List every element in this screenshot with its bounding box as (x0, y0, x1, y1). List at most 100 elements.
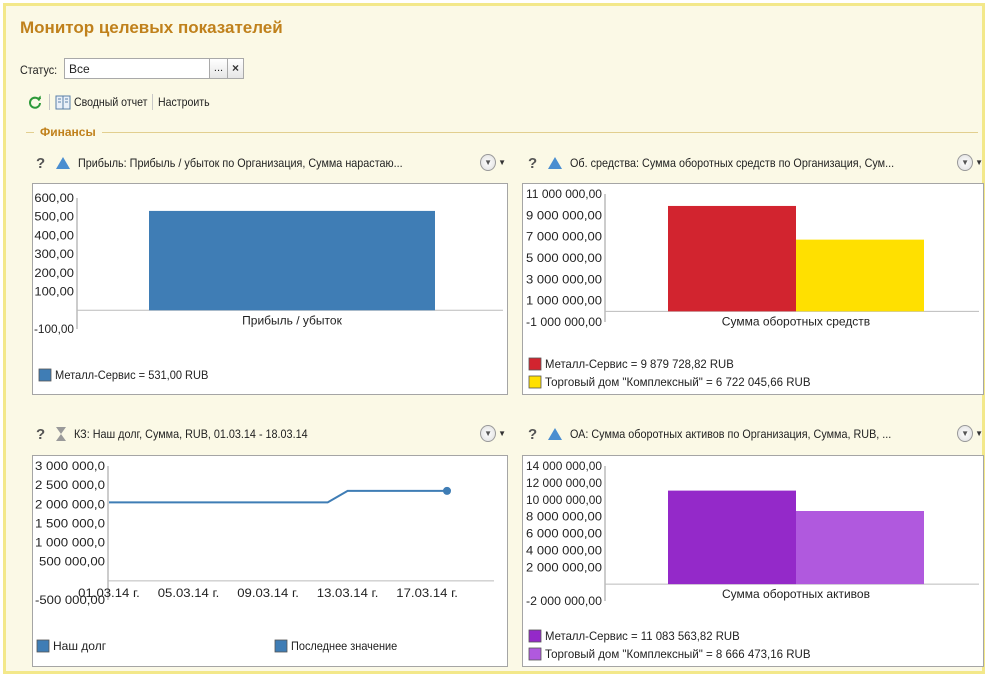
status-label: Статус: (20, 63, 58, 77)
report-button[interactable]: Сводный отчет (55, 95, 158, 110)
legend-swatch (528, 647, 542, 661)
panel-menu-dropdown[interactable]: ▼ ▼ (480, 152, 506, 172)
panel-title: ОА: Сумма оборотных активов по Организац… (570, 427, 892, 441)
status-clear-button[interactable]: × (227, 58, 244, 79)
page-title: Монитор целевых показателей (20, 18, 283, 37)
x-tick-label: 13.03.14 г. (317, 588, 379, 600)
status-choose-button[interactable]: ... (209, 58, 228, 79)
panel-menu-dropdown[interactable]: ▼ ▼ (957, 423, 983, 443)
dropdown-arrow-icon: ▼ (975, 428, 983, 438)
y-tick-label: -2 000 000,00 (526, 596, 602, 608)
bar (796, 511, 924, 585)
x-tick-label: 17.03.14 г. (396, 588, 458, 600)
chart-profit-svg: 600,00 500,00 400,00 300,00 200,00 100,00 -100… (34, 193, 503, 382)
chart-working-assets-svg: 14 000 000,00 12 000 000,00 10 000 000,00 8… (526, 461, 979, 661)
triangle-up-icon (548, 157, 562, 169)
settings-button[interactable]: Настроить (158, 95, 210, 109)
legend-label: Металл-Сервис = 531,00 RUB (55, 368, 208, 382)
help-icon[interactable]: ? (36, 155, 52, 172)
dropdown-arrow-icon: ▼ (975, 157, 983, 167)
chart-working-assets: 14 000 000,00 12 000 000,00 10 000 000,00 8… (522, 455, 984, 667)
panel-menu-dropdown[interactable]: ▼ ▼ (480, 423, 506, 443)
triangle-up-icon (56, 157, 70, 169)
panel-header-debt: ? КЗ: Наш долг, Сумма, RUB, 01.03.14 - 1… (36, 423, 476, 445)
legend-swatch (38, 368, 52, 382)
chart-profit: 600,00 500,00 400,00 300,00 200,00 100,00 -100… (32, 183, 508, 395)
y-tick-label: 600,00 (34, 193, 74, 205)
y-tick-label: 11 000 000,00 (526, 189, 602, 201)
dropdown-arrow-icon: ▼ (498, 157, 506, 167)
dropdown-arrow-icon: ▼ (498, 428, 506, 438)
x-tick-label: 09.03.14 г. (237, 588, 299, 600)
y-tick-label: 10 000 000,00 (526, 495, 602, 507)
toolbar: Сводный отчет Настроить (26, 92, 216, 112)
bar (668, 490, 796, 585)
help-icon[interactable]: ? (36, 426, 52, 443)
panel-header-working-assets: ? ОА: Сумма оборотных активов по Организ… (528, 423, 948, 445)
y-tick-label: 12 000 000,00 (526, 478, 602, 490)
legend-label: Торговый дом "Комплексный" = 8 666 473,1… (545, 647, 811, 661)
y-tick-label: 1 000 000,0 (35, 538, 105, 550)
chart-current-assets: 11 000 000,00 9 000 000,00 7 000 000,00 5 0… (522, 183, 984, 395)
panel-header-profit: ? Прибыль: Прибыль / убыток по Организац… (36, 152, 476, 174)
legend-swatch (528, 629, 542, 643)
y-tick-label: 4 000 000,00 (526, 545, 602, 557)
y-tick-label: 2 500 000,0 (35, 480, 105, 492)
y-tick-label: -1 000 000,00 (526, 317, 602, 329)
legend-label: Наш долг (53, 639, 107, 653)
help-icon[interactable]: ? (528, 155, 544, 172)
x-category-label: Сумма оборотных активов (722, 587, 870, 601)
report-button-label: Сводный отчет (74, 95, 148, 109)
legend-label: Торговый дом "Комплексный" = 6 722 045,6… (545, 375, 811, 389)
y-tick-label: 3 000 000,0 (35, 461, 105, 473)
chart-debt: 3 000 000,0 2 500 000,0 2 000 000,0 1 500 0… (32, 455, 508, 667)
chart-debt-svg: 3 000 000,0 2 500 000,0 2 000 000,0 1 500 0… (35, 461, 494, 653)
group-divider (26, 132, 978, 133)
x-tick-label: 05.03.14 г. (158, 588, 220, 600)
toolbar-separator (49, 94, 50, 110)
y-tick-label: 8 000 000,00 (526, 512, 602, 524)
x-tick-label: 01.03.14 г. (78, 588, 140, 600)
bar (149, 210, 435, 311)
refresh-icon[interactable] (26, 93, 44, 111)
report-icon (55, 95, 71, 110)
status-input[interactable]: Все (64, 58, 210, 79)
x-category-label: Прибыль / убыток (242, 313, 342, 327)
hourglass-icon (56, 427, 66, 441)
y-tick-label: 500 000,00 (39, 557, 105, 569)
y-tick-label: 300,00 (34, 249, 74, 261)
y-tick-label: 500,00 (34, 212, 74, 224)
last-value-marker (443, 486, 451, 495)
y-tick-label: 14 000 000,00 (526, 461, 602, 473)
bar (796, 239, 924, 312)
y-tick-label: 5 000 000,00 (526, 253, 602, 265)
y-tick-label: -100,00 (34, 324, 74, 336)
chevron-down-icon: ▼ (957, 153, 974, 171)
y-tick-label: 3 000 000,00 (526, 274, 602, 286)
y-tick-label: 2 000 000,0 (35, 499, 105, 511)
toolbar-separator (151, 94, 153, 110)
bar (668, 205, 796, 312)
chevron-down-icon: ▼ (480, 153, 497, 171)
chevron-down-icon: ▼ (957, 424, 974, 442)
x-category-label: Сумма оборотных средств (722, 314, 870, 328)
panel-title: Об. средства: Сумма оборотных средств по… (570, 156, 895, 170)
legend-swatch (274, 639, 288, 653)
panel-header-current-assets: ? Об. средства: Сумма оборотных средств … (528, 152, 948, 174)
series-line (109, 489, 447, 504)
triangle-up-icon (548, 428, 562, 440)
legend-label: Металл-Сервис = 11 083 563,82 RUB (545, 629, 740, 643)
y-tick-label: 1 500 000,0 (35, 518, 105, 530)
chevron-down-icon: ▼ (480, 424, 497, 442)
group-title-finance: Финансы (34, 125, 102, 139)
y-tick-label: 6 000 000,00 (526, 529, 602, 541)
legend-label: Последнее значение (291, 639, 397, 653)
y-tick-label: 2 000 000,00 (526, 562, 602, 574)
panel-menu-dropdown[interactable]: ▼ ▼ (957, 152, 983, 172)
panel-title: Прибыль: Прибыль / убыток по Организация… (78, 156, 403, 170)
panel-title: КЗ: Наш долг, Сумма, RUB, 01.03.14 - 18.… (74, 427, 308, 441)
legend-label: Металл-Сервис = 9 879 728,82 RUB (545, 357, 734, 371)
legend-swatch (36, 639, 50, 653)
help-icon[interactable]: ? (528, 426, 544, 443)
y-tick-label: 1 000 000,00 (526, 296, 602, 308)
